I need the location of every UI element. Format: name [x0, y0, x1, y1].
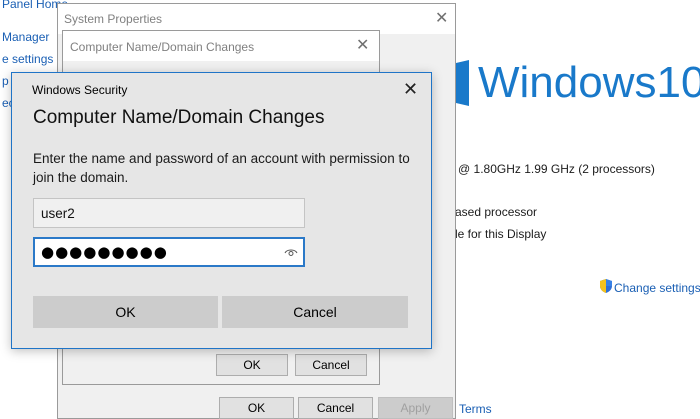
pen-touch-info: le for this Display [455, 227, 547, 241]
computer-name-ok-button[interactable]: OK [216, 354, 288, 376]
computer-name-close-icon[interactable]: ✕ [356, 38, 369, 54]
computer-name-cancel-button[interactable]: Cancel [295, 354, 367, 376]
reveal-password-eye-icon[interactable] [284, 247, 298, 257]
system-properties-apply-button[interactable]: Apply [378, 397, 453, 419]
terms-link[interactable]: Terms [459, 402, 492, 416]
sidebar-link-p[interactable]: p [2, 74, 9, 88]
processor-info: @ 1.80GHz 1.99 GHz (2 processors) [458, 162, 655, 176]
username-value: user2 [41, 205, 75, 221]
sidebar-link-manager[interactable]: Manager [2, 30, 49, 44]
security-cancel-button[interactable]: Cancel [222, 296, 408, 328]
uac-shield-icon [600, 279, 612, 293]
system-properties-close-icon[interactable]: ✕ [435, 11, 448, 27]
system-properties-ok-button[interactable]: OK [219, 397, 294, 419]
computer-name-dialog-title: Computer Name/Domain Changes [70, 40, 255, 54]
computer-name-titlebar[interactable]: Computer Name/Domain Changes ✕ [63, 31, 379, 61]
dialog-message: Enter the name and password of an accoun… [33, 151, 410, 185]
password-field[interactable]: ●●●●●●●●● [33, 237, 305, 267]
security-ok-button[interactable]: OK [33, 296, 218, 328]
system-type-info: ased processor [455, 205, 538, 219]
dialog-heading: Computer Name/Domain Changes [33, 107, 325, 128]
windows-security-close-icon[interactable]: ✕ [403, 80, 418, 98]
windows-security-title: Windows Security [32, 83, 128, 97]
windows-10-logo-text: Windows10 [478, 58, 700, 107]
change-settings-link[interactable]: Change settings [614, 281, 700, 295]
sidebar-link-settings[interactable]: e settings [2, 52, 53, 66]
windows-security-dialog: Windows Security ✕ Computer Name/Domain … [11, 72, 432, 349]
password-masked-value: ●●●●●●●●● [41, 243, 168, 261]
system-properties-title: System Properties [64, 12, 163, 26]
system-properties-cancel-button[interactable]: Cancel [298, 397, 373, 419]
username-field[interactable]: user2 [33, 198, 305, 228]
